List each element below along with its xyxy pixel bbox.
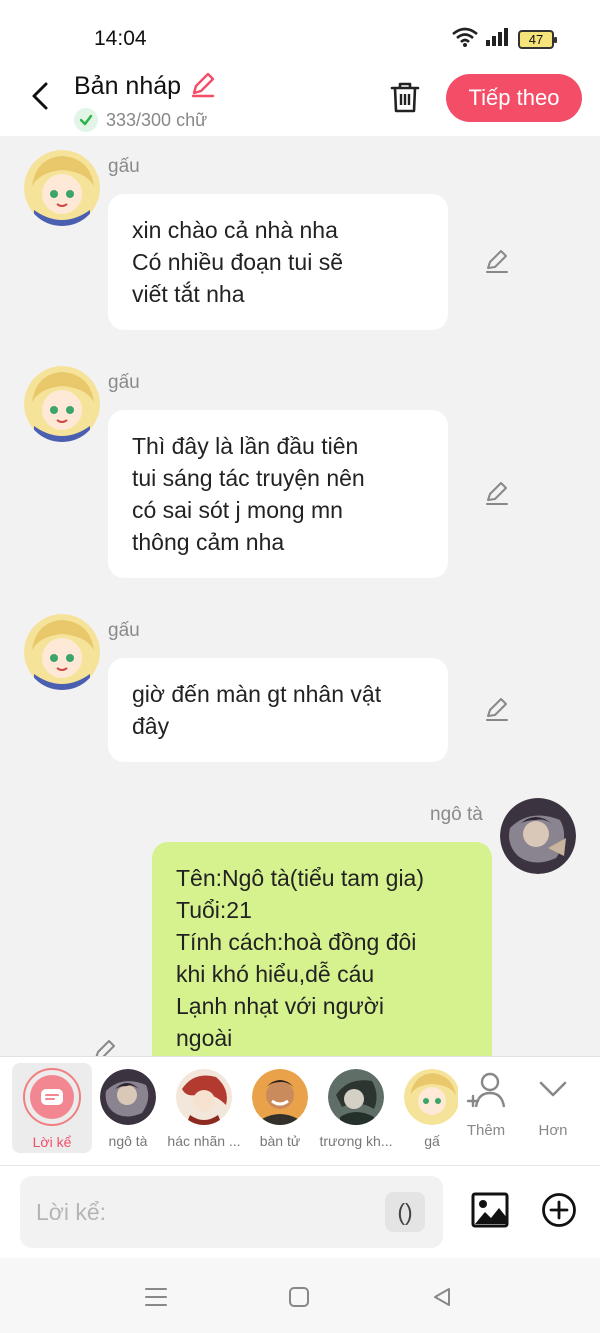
message-line: Lạnh nhạt với người bbox=[176, 993, 384, 1019]
page-title: Bản nháp bbox=[74, 72, 182, 100]
image-icon bbox=[471, 1192, 509, 1228]
message-bubble[interactable]: giờ đến màn gt nhân vật đây bbox=[108, 658, 448, 762]
more-characters-button[interactable]: Hơn bbox=[523, 1071, 583, 1139]
add-button[interactable] bbox=[540, 1191, 578, 1229]
character-name: trương kh... bbox=[319, 1133, 393, 1149]
back-nav-button[interactable] bbox=[427, 1282, 457, 1312]
input-area: () bbox=[0, 1166, 600, 1258]
message-line: đây bbox=[132, 713, 170, 739]
avatar bbox=[328, 1069, 384, 1125]
status-time: 14:04 bbox=[94, 27, 147, 50]
edit-title-button[interactable] bbox=[189, 70, 217, 103]
sender-name: gấu bbox=[108, 620, 140, 641]
add-person-icon bbox=[466, 1072, 506, 1108]
next-button[interactable]: Tiếp theo bbox=[446, 74, 582, 122]
message-bubble[interactable]: Tên:Ngô tà(tiểu tam gia) Tuổi:21 Tính cá… bbox=[152, 842, 492, 1056]
word-count: 333/300 chữ bbox=[106, 109, 208, 130]
message-line: có sai sót j mong mn bbox=[132, 497, 343, 523]
sender-name: gấu bbox=[108, 372, 140, 393]
avatar-gau[interactable] bbox=[24, 150, 100, 226]
character-ngo-ta[interactable]: ngô tà bbox=[88, 1063, 168, 1153]
more-label: Hơn bbox=[538, 1122, 568, 1139]
message-line: Thì đây là lần đầu tiên bbox=[132, 433, 359, 459]
pencil-icon bbox=[95, 1040, 115, 1056]
character-name: bàn tử bbox=[259, 1133, 301, 1149]
status-bar: 14:04 47 bbox=[0, 0, 600, 66]
avatar bbox=[404, 1069, 458, 1125]
message-bubble[interactable]: xin chào cả nhà nha Có nhiều đoạn tui sẽ… bbox=[108, 194, 448, 330]
character-gau[interactable]: gấ bbox=[392, 1063, 458, 1153]
plus-circle-icon bbox=[542, 1193, 576, 1227]
message-bubble[interactable]: Thì đây là lần đầu tiên tui sáng tác tru… bbox=[108, 410, 448, 578]
home-nav-button[interactable] bbox=[284, 1282, 314, 1312]
delete-button[interactable] bbox=[386, 78, 424, 116]
character-name: hác nhãn ... bbox=[167, 1133, 241, 1149]
message-line: tui sáng tác truyện nên bbox=[132, 465, 365, 491]
character-name: gấ bbox=[424, 1133, 440, 1149]
avatar-gau[interactable] bbox=[24, 366, 100, 442]
character-ban-tu[interactable]: bàn tử bbox=[240, 1063, 320, 1153]
message-line: ngoài bbox=[176, 1025, 233, 1051]
back-button[interactable] bbox=[22, 78, 58, 114]
character-bar: Lời kể ngô tà hác nhãn ... bàn tử trương bbox=[0, 1056, 600, 1166]
chevron-down-icon bbox=[539, 1081, 567, 1097]
message-input[interactable] bbox=[36, 1190, 376, 1234]
menu-icon bbox=[145, 1288, 167, 1306]
signal-icon bbox=[486, 28, 510, 51]
pencil-icon bbox=[486, 482, 508, 505]
wifi-icon bbox=[452, 27, 478, 52]
check-icon bbox=[74, 108, 98, 132]
message-line: khi khó hiểu,dễ cáu bbox=[176, 961, 375, 987]
avatar bbox=[100, 1069, 156, 1125]
message-line: Tuổi:21 bbox=[176, 897, 252, 923]
character-hac-nhan[interactable]: hác nhãn ... bbox=[164, 1063, 244, 1153]
character-name: ngô tà bbox=[108, 1133, 148, 1149]
home-square-icon bbox=[289, 1287, 309, 1307]
edit-message-button[interactable] bbox=[480, 692, 514, 726]
trash-icon bbox=[390, 82, 420, 113]
message-line: thông cảm nha bbox=[132, 529, 285, 555]
status-icons: 47 bbox=[452, 27, 557, 52]
avatar bbox=[176, 1069, 232, 1125]
message-line: xin chào cả nhà nha bbox=[132, 217, 338, 243]
character-name: Lời kể bbox=[32, 1134, 72, 1150]
edit-message-button[interactable] bbox=[480, 244, 514, 278]
narrator-icon bbox=[23, 1068, 81, 1126]
menu-nav-button[interactable] bbox=[141, 1282, 171, 1312]
character-narrator[interactable]: Lời kể bbox=[12, 1063, 92, 1153]
pencil-icon bbox=[191, 72, 215, 98]
pencil-icon bbox=[486, 250, 508, 273]
message-line: Có nhiều đoạn tui sẽ bbox=[132, 249, 343, 275]
parenthesis-button[interactable]: () bbox=[385, 1192, 425, 1232]
back-arrow-icon bbox=[32, 82, 48, 110]
chat-area[interactable]: gấu xin chào cả nhà nha Có nhiều đoạn tu… bbox=[0, 136, 600, 1056]
header: Bản nháp 333/300 chữ Tiếp theo bbox=[0, 66, 600, 136]
avatar-ngo-ta[interactable] bbox=[500, 798, 576, 874]
message-line: Tính cách:hoà đồng đôi bbox=[176, 929, 417, 955]
add-character-button[interactable]: Thêm bbox=[456, 1071, 516, 1139]
avatar bbox=[252, 1069, 308, 1125]
add-label: Thêm bbox=[466, 1122, 506, 1139]
avatar-gau[interactable] bbox=[24, 614, 100, 690]
character-strip[interactable]: Lời kể ngô tà hác nhãn ... bàn tử trương bbox=[0, 1057, 458, 1167]
back-triangle-icon bbox=[434, 1288, 450, 1306]
sender-name: ngô tà bbox=[430, 804, 483, 825]
battery-icon: 47 bbox=[518, 30, 557, 49]
edit-message-button[interactable] bbox=[88, 1034, 122, 1056]
system-nav-bar bbox=[0, 1258, 600, 1333]
message-line: viết tắt nha bbox=[132, 281, 245, 307]
message-input-box[interactable]: () bbox=[20, 1176, 443, 1248]
message-line: giờ đến màn gt nhân vật bbox=[132, 681, 382, 707]
message-line: Tên:Ngô tà(tiểu tam gia) bbox=[176, 865, 425, 891]
edit-message-button[interactable] bbox=[480, 476, 514, 510]
image-button[interactable] bbox=[470, 1190, 510, 1230]
title-area: Bản nháp 333/300 chữ bbox=[74, 70, 217, 132]
sender-name: gấu bbox=[108, 156, 140, 177]
character-truong-khoi-linh[interactable]: trương kh... bbox=[316, 1063, 396, 1153]
pencil-icon bbox=[486, 698, 508, 721]
